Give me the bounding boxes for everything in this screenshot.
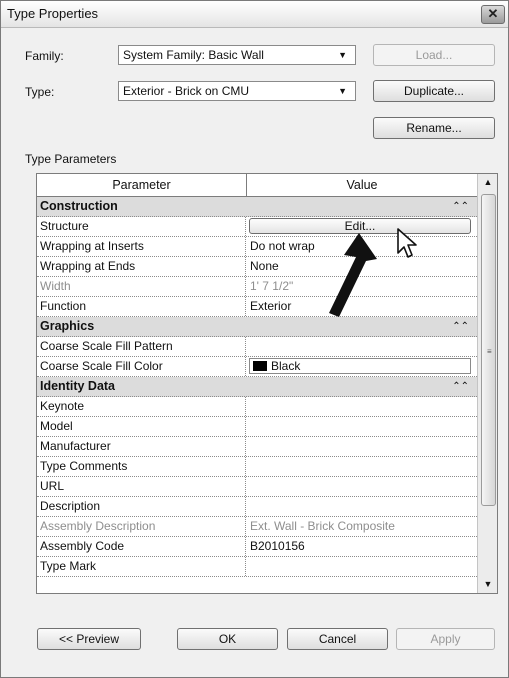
type-value: Exterior - Brick on CMU bbox=[123, 84, 250, 98]
chevron-down-icon: ▼ bbox=[338, 86, 347, 96]
group-label: Graphics bbox=[40, 319, 95, 333]
table-row[interactable]: Type Mark bbox=[37, 557, 477, 577]
table-row[interactable]: Coarse Scale Fill Color Black bbox=[37, 357, 477, 377]
window-title: Type Properties bbox=[7, 6, 99, 21]
collapse-icon[interactable]: ⌃⌃ bbox=[452, 317, 469, 336]
param-name: Description bbox=[37, 497, 246, 516]
type-dropdown[interactable]: Exterior - Brick on CMU ▼ bbox=[118, 81, 356, 101]
cancel-button[interactable]: Cancel bbox=[287, 628, 388, 650]
apply-button[interactable]: Apply bbox=[396, 628, 495, 650]
grid-header: Parameter Value bbox=[37, 174, 477, 197]
param-value[interactable] bbox=[247, 557, 478, 576]
param-value[interactable] bbox=[247, 337, 478, 356]
group-label: Construction bbox=[40, 199, 118, 213]
group-label: Identity Data bbox=[40, 379, 116, 393]
table-row[interactable]: Manufacturer bbox=[37, 437, 477, 457]
load-button[interactable]: Load... bbox=[373, 44, 495, 66]
rename-button[interactable]: Rename... bbox=[373, 117, 495, 139]
param-name: Type Mark bbox=[37, 557, 246, 576]
mouse-pointer-icon bbox=[397, 228, 417, 258]
param-name: Wrapping at Inserts bbox=[37, 237, 246, 256]
table-row: Assembly Description Ext. Wall - Brick C… bbox=[37, 517, 477, 537]
param-name: Coarse Scale Fill Pattern bbox=[37, 337, 246, 356]
param-name: Manufacturer bbox=[37, 437, 246, 456]
param-name: Structure bbox=[37, 217, 246, 236]
table-row[interactable]: Type Comments bbox=[37, 457, 477, 477]
column-header-parameter[interactable]: Parameter bbox=[37, 174, 247, 196]
scroll-up-icon[interactable]: ▲ bbox=[478, 174, 497, 191]
param-name: Wrapping at Ends bbox=[37, 257, 246, 276]
fill-color-button[interactable]: Black bbox=[249, 358, 471, 374]
arrow-annotation-icon bbox=[329, 233, 377, 317]
param-name: Function bbox=[37, 297, 246, 316]
table-row[interactable]: Description bbox=[37, 497, 477, 517]
preview-button[interactable]: << Preview bbox=[37, 628, 141, 650]
ok-button[interactable]: OK bbox=[177, 628, 278, 650]
color-swatch bbox=[253, 361, 267, 371]
collapse-icon[interactable]: ⌃⌃ bbox=[452, 197, 469, 216]
group-identity-data[interactable]: Identity Data ⌃⌃ bbox=[37, 377, 477, 397]
type-parameters-label: Type Parameters bbox=[25, 152, 117, 166]
close-button[interactable]: ✕ bbox=[481, 5, 505, 24]
param-value: Ext. Wall - Brick Composite bbox=[250, 519, 395, 533]
type-properties-dialog: Type Properties ✕ Family: System Family:… bbox=[0, 0, 509, 678]
param-value[interactable]: B2010156 bbox=[247, 537, 478, 556]
chevron-down-icon: ▼ bbox=[338, 50, 347, 60]
vertical-scrollbar[interactable]: ▲ ≡ ▼ bbox=[477, 174, 497, 593]
param-value[interactable] bbox=[247, 457, 478, 476]
table-row[interactable]: URL bbox=[37, 477, 477, 497]
group-graphics[interactable]: Graphics ⌃⌃ bbox=[37, 317, 477, 337]
family-dropdown[interactable]: System Family: Basic Wall ▼ bbox=[118, 45, 356, 65]
table-row[interactable]: Coarse Scale Fill Pattern bbox=[37, 337, 477, 357]
table-row[interactable]: Model bbox=[37, 417, 477, 437]
close-icon: ✕ bbox=[487, 6, 499, 21]
table-row[interactable]: Assembly Code B2010156 bbox=[37, 537, 477, 557]
param-value[interactable] bbox=[247, 417, 478, 436]
param-value[interactable] bbox=[247, 477, 478, 496]
scroll-down-icon[interactable]: ▼ bbox=[478, 576, 497, 593]
param-name: Width bbox=[37, 277, 246, 296]
param-name: Model bbox=[37, 417, 246, 436]
type-parameters-grid: Parameter Value Construction ⌃⌃ Structur… bbox=[36, 173, 498, 594]
column-header-value[interactable]: Value bbox=[247, 174, 477, 196]
table-row[interactable]: Wrapping at Ends None bbox=[37, 257, 477, 277]
title-bar: Type Properties ✕ bbox=[1, 1, 508, 28]
param-name: Coarse Scale Fill Color bbox=[37, 357, 246, 376]
param-value[interactable] bbox=[247, 497, 478, 516]
family-label: Family: bbox=[25, 49, 64, 63]
collapse-icon[interactable]: ⌃⌃ bbox=[452, 377, 469, 396]
param-name: Keynote bbox=[37, 397, 246, 416]
grip-icon: ≡ bbox=[487, 347, 492, 356]
param-value[interactable] bbox=[247, 397, 478, 416]
type-label: Type: bbox=[25, 85, 55, 99]
scroll-thumb[interactable]: ≡ bbox=[481, 194, 496, 506]
group-construction[interactable]: Construction ⌃⌃ bbox=[37, 197, 477, 217]
param-name: URL bbox=[37, 477, 246, 496]
table-row[interactable]: Keynote bbox=[37, 397, 477, 417]
param-value[interactable] bbox=[247, 437, 478, 456]
family-value: System Family: Basic Wall bbox=[123, 48, 264, 62]
table-row: Width 1' 7 1/2" bbox=[37, 277, 477, 297]
param-name: Assembly Code bbox=[37, 537, 246, 556]
duplicate-button[interactable]: Duplicate... bbox=[373, 80, 495, 102]
table-row[interactable]: Function Exterior bbox=[37, 297, 477, 317]
param-name: Type Comments bbox=[37, 457, 246, 476]
param-name: Assembly Description bbox=[37, 517, 246, 536]
fill-color-value: Black bbox=[271, 359, 301, 373]
